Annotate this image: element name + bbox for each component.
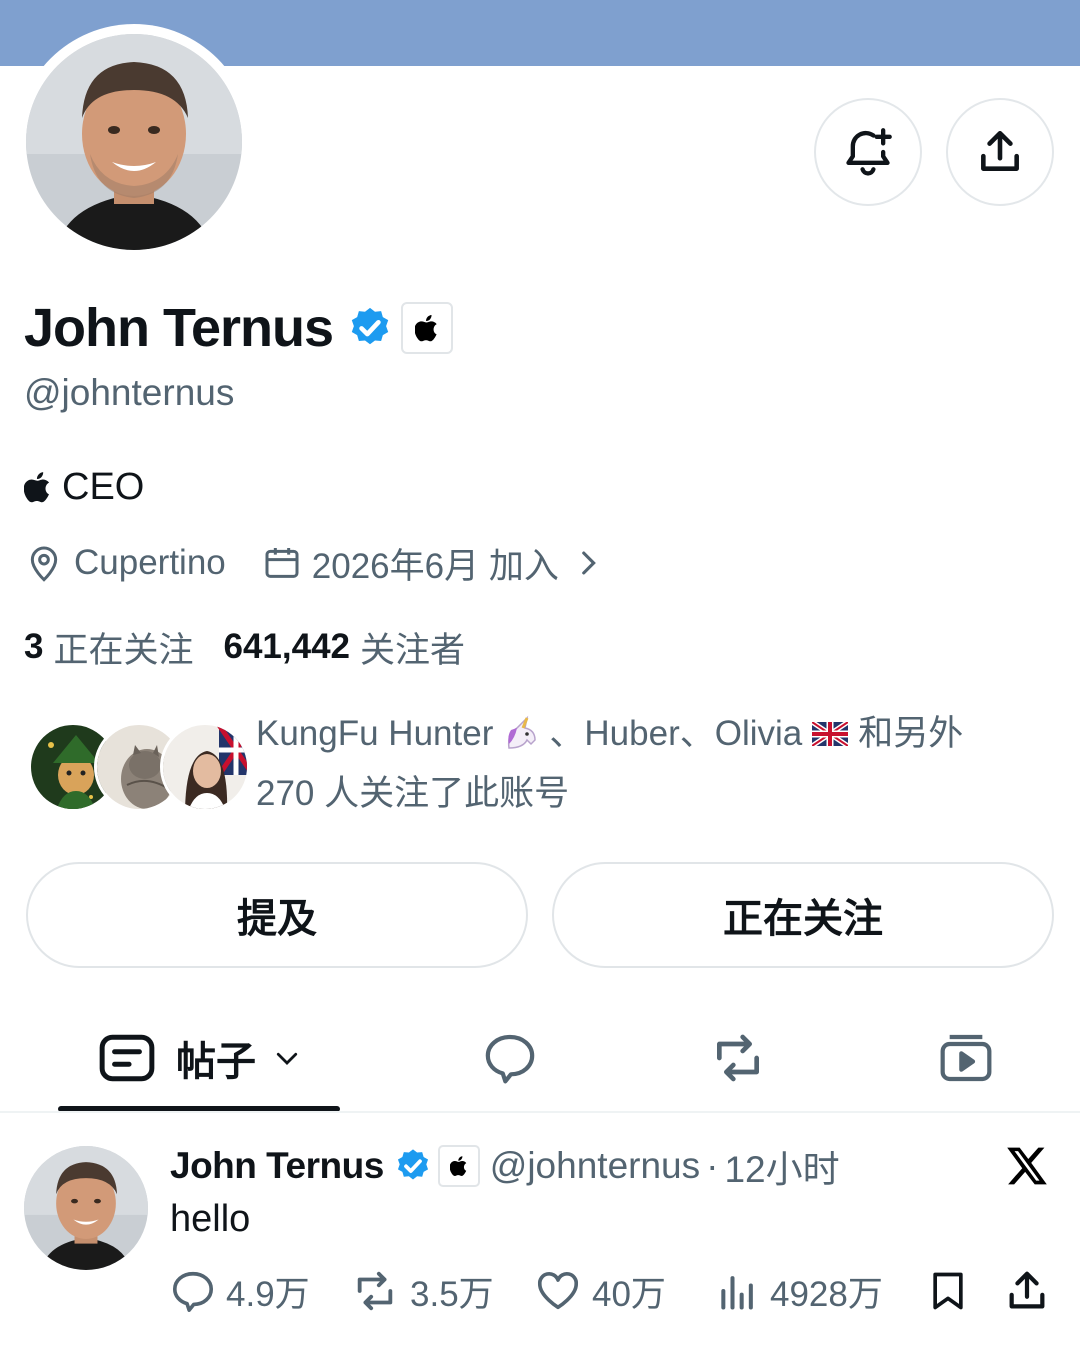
verified-check-icon[interactable] xyxy=(347,305,393,351)
mutual-name-1: KungFu Hunter xyxy=(256,714,494,753)
apple-logo-icon xyxy=(415,315,437,342)
apple-logo-icon xyxy=(24,472,50,503)
x-logo-icon xyxy=(1007,1147,1047,1185)
share-post-button[interactable] xyxy=(1004,1266,1060,1316)
reply-count: 4.9万 xyxy=(226,1274,310,1314)
bio-text: CEO xyxy=(62,465,145,508)
display-name: John Ternus xyxy=(24,298,334,358)
mutual-count-line: 270 人关注了此账号 xyxy=(256,774,570,813)
chevron-right-icon xyxy=(582,551,596,575)
bell-plus-icon xyxy=(846,128,892,176)
post-timestamp[interactable]: 12小时 xyxy=(724,1139,839,1193)
mutual-sep-2: 、 xyxy=(679,714,715,753)
location-text: Cupertino xyxy=(74,543,226,582)
bookmark-button[interactable] xyxy=(926,1266,980,1316)
repost-icon xyxy=(717,1034,759,1082)
tab-posts[interactable]: 帖子 xyxy=(60,1010,340,1106)
tabs-divider xyxy=(0,1111,1080,1113)
unicorn-emoji-icon xyxy=(499,712,543,756)
post-header: John Ternus @johnternus · 12小时 xyxy=(170,1144,840,1190)
chevron-down-icon[interactable] xyxy=(272,1043,302,1073)
tab-replies[interactable] xyxy=(460,1010,560,1106)
like-button[interactable]: 40万 xyxy=(534,1266,666,1316)
profile-tabs: 帖子 xyxy=(0,1010,1080,1112)
share-profile-button[interactable] xyxy=(946,98,1054,206)
reply-button[interactable]: 4.9万 xyxy=(170,1266,310,1316)
location-pin-icon xyxy=(30,546,58,582)
post-avatar[interactable] xyxy=(24,1146,148,1270)
followers-count[interactable]: 641,442 xyxy=(223,627,350,667)
post-author-name[interactable]: John Ternus xyxy=(170,1145,384,1187)
post-text: hello xyxy=(170,1198,251,1240)
mutual-name-2: Huber xyxy=(584,714,680,753)
apple-logo-icon xyxy=(449,1156,467,1176)
mention-button[interactable]: 提及 xyxy=(26,862,528,968)
repost-icon xyxy=(357,1271,393,1311)
repost-count: 3.5万 xyxy=(410,1274,494,1314)
reply-bubble-icon xyxy=(485,1034,535,1084)
views-button[interactable]: 4928万 xyxy=(716,1266,883,1316)
mutual-sep-1: 、 xyxy=(549,714,585,753)
heart-icon xyxy=(537,1272,579,1310)
tab-posts-label: 帖子 xyxy=(176,1040,256,1084)
views-count: 4928万 xyxy=(770,1274,883,1314)
profile-name-row: John Ternus xyxy=(24,296,454,360)
following-count[interactable]: 3 xyxy=(24,627,43,667)
post-author-handle[interactable]: @johnternus xyxy=(490,1145,700,1187)
like-count: 40万 xyxy=(592,1274,666,1314)
profile-handle: @johnternus xyxy=(24,372,235,413)
calendar-icon xyxy=(265,548,299,578)
video-tab-icon xyxy=(940,1034,992,1082)
uk-flag-icon xyxy=(808,712,852,756)
mutual-avatar xyxy=(160,722,250,812)
views-chart-icon xyxy=(721,1276,753,1310)
share-icon xyxy=(981,130,1019,171)
post-item[interactable]: John Ternus @johnternus · 12小时 hello 4.9… xyxy=(0,1114,1080,1352)
mutual-suffix: 和另外 xyxy=(858,714,964,753)
post-separator: · xyxy=(706,1145,719,1186)
notify-button[interactable] xyxy=(814,98,922,206)
post-actions: 4.9万 3.5万 40万 4928万 xyxy=(170,1266,1060,1316)
follow-stats: 3 正在关注 641,442 关注者 xyxy=(24,624,465,670)
affiliation-badge-small xyxy=(437,1145,480,1187)
repost-button[interactable]: 3.5万 xyxy=(350,1266,494,1316)
join-date-text: 2026年6月 加入 xyxy=(311,546,559,586)
affiliation-badge[interactable] xyxy=(401,302,454,354)
join-date[interactable]: 2026年6月 加入 xyxy=(262,538,615,589)
verified-check-icon xyxy=(397,1149,428,1180)
location: Cupertino xyxy=(24,543,226,583)
profile-bio: CEO xyxy=(24,464,144,510)
mutual-followers-text[interactable]: KungFu Hunter 、 Huber 、 Olivia 和另外 270 人… xyxy=(256,704,1056,824)
following-label[interactable]: 正在关注 xyxy=(53,622,193,673)
posts-icon xyxy=(99,1034,155,1082)
reply-icon xyxy=(172,1271,214,1312)
mutual-name-3: Olivia xyxy=(714,714,803,753)
tab-media[interactable] xyxy=(916,1010,1016,1106)
profile-meta: Cupertino 2026年6月 加入 xyxy=(24,540,615,586)
followers-label[interactable]: 关注者 xyxy=(360,622,465,673)
following-button[interactable]: 正在关注 xyxy=(552,862,1054,968)
profile-avatar[interactable] xyxy=(26,34,242,250)
share-icon xyxy=(1009,1271,1045,1309)
bookmark-icon xyxy=(933,1272,963,1310)
tab-reposts[interactable] xyxy=(688,1010,788,1106)
mutual-followers-avatars[interactable] xyxy=(28,722,250,812)
